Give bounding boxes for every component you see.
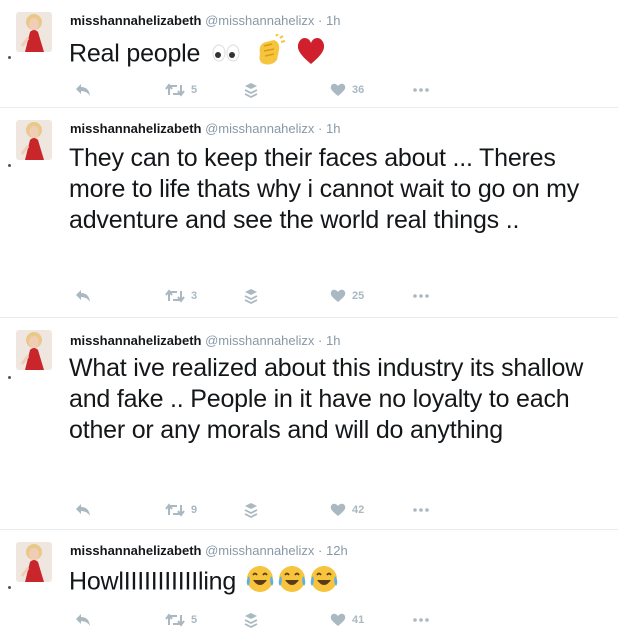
tweet-header: misshannahelizabeth @misshannahelizx · 1… [70, 121, 340, 136]
like-button[interactable]: 42 [330, 500, 364, 520]
like-count: 41 [352, 614, 365, 626]
display-name[interactable]: misshannahelizabeth [70, 333, 201, 348]
retweet-button[interactable]: 5 [165, 610, 197, 630]
more-button[interactable] [413, 80, 429, 100]
face-with-tears-of-joy-emoji-icon [277, 564, 307, 602]
tweet-actions: 3 25 [0, 286, 618, 306]
tweet-actions: 5 41 [0, 610, 618, 630]
reply-button[interactable] [75, 500, 91, 520]
tweet-header: misshannahelizabeth @misshannahelizx · 1… [70, 543, 348, 558]
tweet-header: misshannahelizabeth @misshannahelizx · 1… [70, 333, 340, 348]
tweet-text: Real people [69, 33, 599, 76]
like-button[interactable]: 25 [330, 286, 364, 306]
retweet-icon [165, 83, 185, 97]
reply-button[interactable] [75, 80, 91, 100]
reply-icon [76, 614, 90, 626]
stack-icon [244, 83, 258, 98]
retweet-button[interactable]: 5 [165, 80, 197, 100]
separator: · [318, 121, 323, 136]
stack-icon [244, 289, 258, 304]
more-button[interactable] [413, 286, 429, 306]
avatar[interactable] [16, 330, 52, 370]
like-button[interactable]: 36 [330, 80, 364, 100]
retweet-count: 9 [191, 504, 198, 516]
tweet-header: misshannahelizabeth @misshannahelizx · 1… [70, 13, 340, 28]
display-name[interactable]: misshannahelizabeth [70, 13, 201, 28]
reply-icon [76, 290, 90, 302]
tweet-text-content: Real people [69, 39, 201, 68]
tweet-actions: 5 36 [0, 80, 618, 100]
retweet-icon [165, 289, 185, 303]
display-name[interactable]: misshannahelizabeth [70, 543, 201, 558]
reply-button[interactable] [75, 286, 91, 306]
retweet-count: 5 [191, 614, 198, 626]
retweet-button[interactable]: 9 [165, 500, 197, 520]
status-dot [8, 56, 11, 59]
status-dot [8, 586, 11, 589]
like-button[interactable]: 41 [330, 610, 364, 630]
avatar[interactable] [16, 542, 52, 582]
stack-icon [244, 503, 258, 518]
timestamp[interactable]: 1h [326, 333, 340, 348]
eyes-emoji-icon [209, 40, 243, 71]
stack-button[interactable] [244, 286, 258, 306]
stack-button[interactable] [244, 80, 258, 100]
heart-icon [330, 613, 346, 626]
tweet: misshannahelizabeth @misshannahelizx · 1… [0, 0, 618, 108]
tweet: misshannahelizabeth @misshannahelizx · 1… [0, 108, 618, 318]
face-with-tears-of-joy-emoji-icon [245, 564, 275, 602]
stack-button[interactable] [244, 500, 258, 520]
avatar[interactable] [16, 120, 52, 160]
more-button[interactable] [413, 500, 429, 520]
username[interactable]: @misshannahelizx [205, 543, 314, 558]
tweet-actions: 9 42 [0, 500, 618, 520]
separator: · [318, 333, 323, 348]
username[interactable]: @misshannahelizx [205, 333, 314, 348]
red-heart-emoji-icon [295, 36, 327, 74]
reply-icon [76, 504, 90, 516]
timestamp[interactable]: 1h [326, 121, 340, 136]
display-name[interactable]: misshannahelizabeth [70, 121, 201, 136]
clapping-hands-emoji-icon [252, 33, 286, 76]
more-icon [413, 88, 429, 92]
more-button[interactable] [413, 610, 429, 630]
retweet-button[interactable]: 3 [165, 286, 197, 306]
separator: · [318, 13, 323, 28]
reply-icon [76, 84, 90, 96]
status-dot [8, 164, 11, 167]
stack-icon [244, 613, 258, 628]
tweet: misshannahelizabeth @misshannahelizx · 1… [0, 530, 618, 638]
like-count: 25 [352, 290, 365, 302]
tweet-text: HowlIIIIIIIIIIIling [69, 564, 599, 602]
status-dot [8, 376, 11, 379]
avatar[interactable] [16, 12, 52, 52]
username[interactable]: @misshannahelizx [205, 121, 314, 136]
retweet-icon [165, 503, 185, 517]
retweet-count: 3 [191, 290, 198, 302]
stack-button[interactable] [244, 610, 258, 630]
heart-icon [330, 503, 346, 516]
username[interactable]: @misshannahelizx [205, 13, 314, 28]
heart-icon [330, 83, 346, 96]
more-icon [413, 618, 429, 622]
tweet-text: They can to keep their faces about ... T… [69, 144, 580, 234]
like-count: 42 [352, 504, 365, 516]
face-with-tears-of-joy-emoji-icon [309, 564, 339, 602]
separator: · [318, 543, 323, 558]
tweet-text-content: HowlIIIIIIIIIIIling [69, 567, 237, 596]
timestamp[interactable]: 1h [326, 13, 340, 28]
tweet: misshannahelizabeth @misshannahelizx · 1… [0, 318, 618, 530]
tweet-text: What ive realized about this industry it… [69, 354, 584, 444]
heart-icon [330, 289, 346, 302]
like-count: 36 [352, 84, 365, 96]
more-icon [413, 294, 429, 298]
retweet-icon [165, 613, 185, 627]
reply-button[interactable] [75, 610, 91, 630]
more-icon [413, 508, 429, 512]
timestamp[interactable]: 12h [326, 543, 348, 558]
retweet-count: 5 [191, 84, 198, 96]
